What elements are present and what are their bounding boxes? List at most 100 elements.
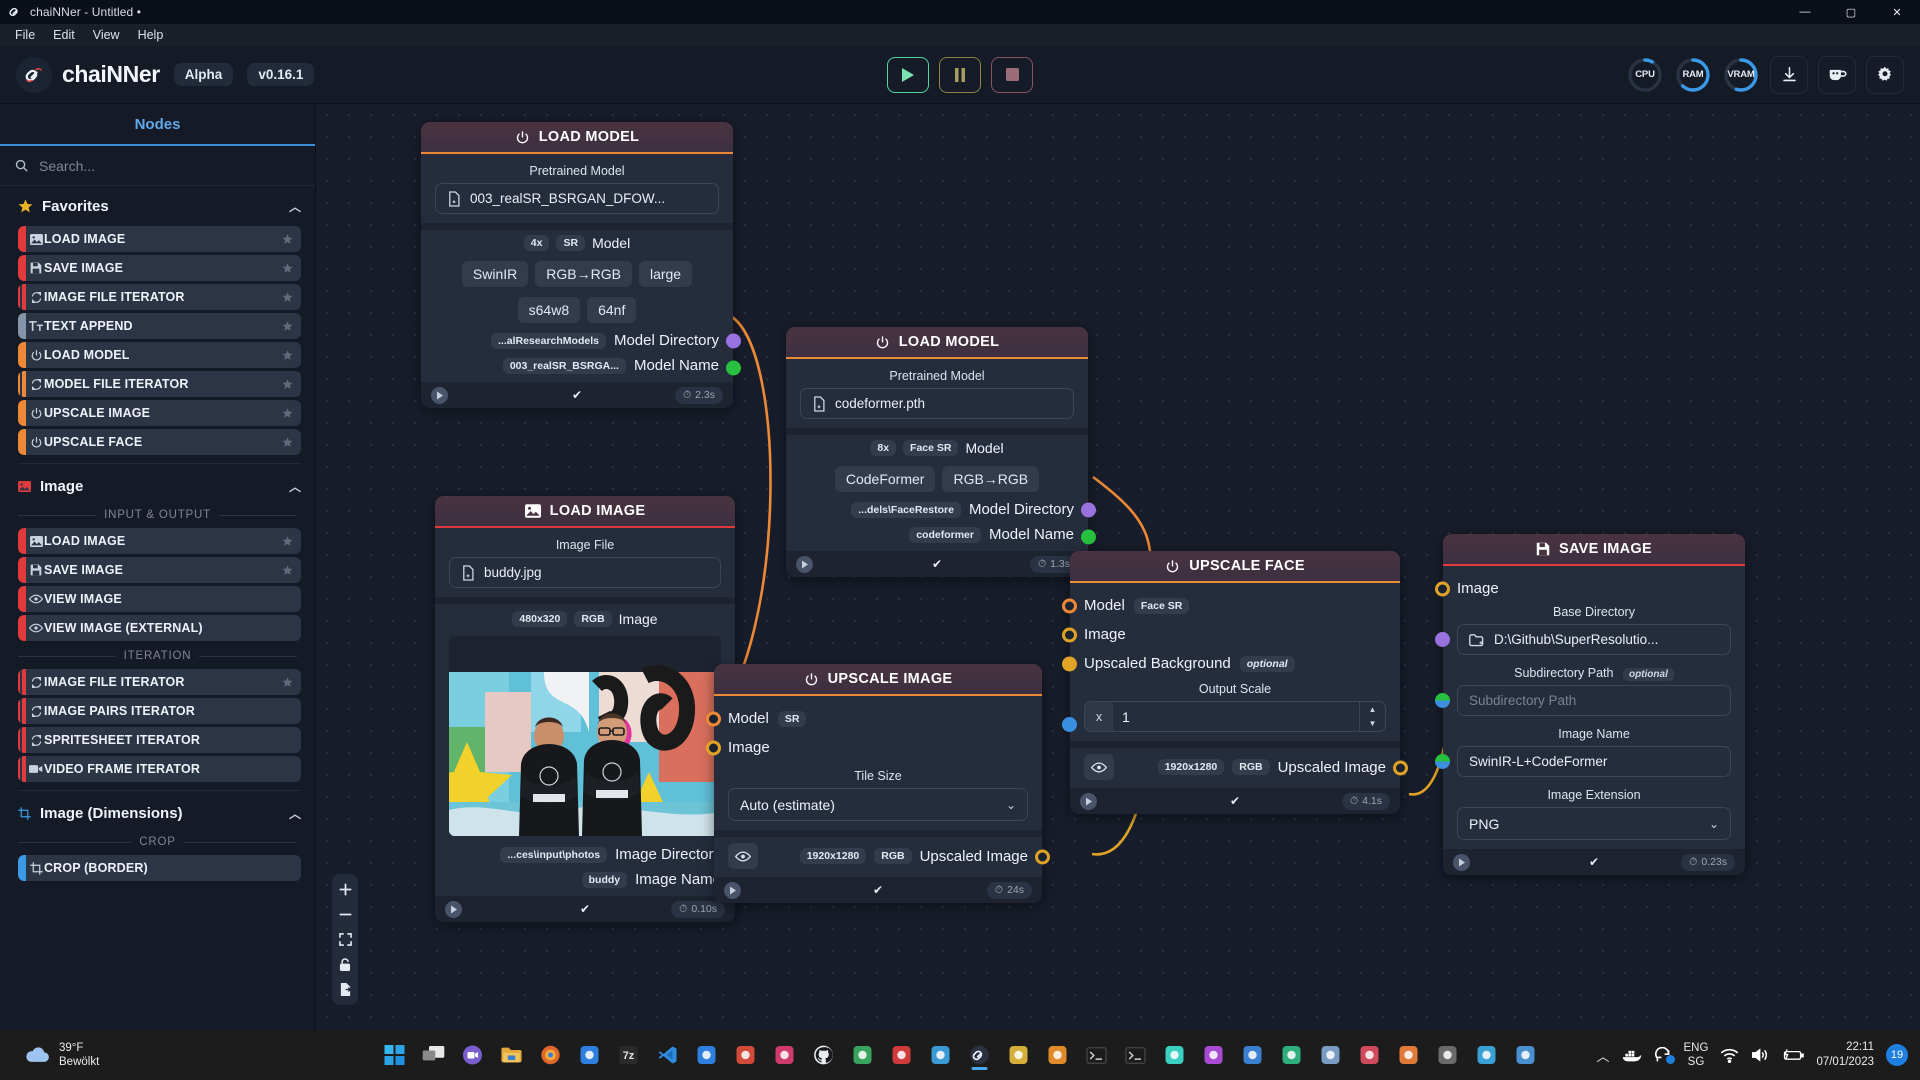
node-upscale-face[interactable]: UPSCALE FACE Model Face SR Image Upscale… xyxy=(1070,551,1400,814)
sidebar-item-save-image[interactable]: SAVE IMAGE xyxy=(18,255,301,281)
taskbar-console-icon[interactable] xyxy=(1120,1039,1152,1071)
sidebar-item-view-image[interactable]: VIEW IMAGE xyxy=(18,586,301,612)
node-upscale-image[interactable]: UPSCALE IMAGE Model SR Image Tile Size A… xyxy=(714,664,1042,903)
sidebar-item-model-file-iterator[interactable]: MODEL FILE ITERATOR xyxy=(18,371,301,397)
image-name-port[interactable] xyxy=(1435,754,1450,769)
taskbar-7zip-icon[interactable]: 7z xyxy=(613,1039,645,1071)
menu-item-file[interactable]: File xyxy=(6,26,44,44)
input-port[interactable] xyxy=(706,711,721,726)
output-scale-value[interactable]: 1 xyxy=(1113,702,1359,731)
taskbar-terminal-icon[interactable] xyxy=(1081,1039,1113,1071)
taskbar-stats-icon[interactable] xyxy=(1432,1039,1464,1071)
battery-icon[interactable] xyxy=(1782,1048,1804,1062)
run-button[interactable] xyxy=(887,57,929,93)
node-list[interactable]: Favorites︿LOAD IMAGESAVE IMAGEIMAGE FILE… xyxy=(0,186,315,1030)
export-button[interactable] xyxy=(333,978,357,1001)
favorite-star-icon[interactable] xyxy=(282,408,293,419)
wifi-icon[interactable] xyxy=(1720,1048,1739,1063)
input-upscaled-background[interactable]: Upscaled Background optional xyxy=(1070,649,1400,678)
taskbar-mail-icon[interactable] xyxy=(691,1039,723,1071)
taskbar-ruby-icon[interactable] xyxy=(886,1039,918,1071)
sidebar-item-image-file-iterator[interactable]: IMAGE FILE ITERATOR xyxy=(18,669,301,695)
taskbar-paint2-icon[interactable] xyxy=(1393,1039,1425,1071)
node-load-image[interactable]: LOAD IMAGE Image File buddy.jpg 480x320 … xyxy=(435,496,735,922)
taskbar-vscode-icon[interactable] xyxy=(652,1039,684,1071)
output-port[interactable] xyxy=(1081,529,1096,544)
pause-button[interactable] xyxy=(939,57,981,93)
favorite-star-icon[interactable] xyxy=(282,536,293,547)
run-node-button[interactable] xyxy=(431,387,448,404)
docker-icon[interactable] xyxy=(1622,1048,1642,1063)
sidebar-category-image[interactable]: Image︿ xyxy=(0,466,315,503)
sidebar-item-video-frame-iterator[interactable]: VIDEO FRAME ITERATOR xyxy=(18,756,301,782)
taskbar-note-icon[interactable] xyxy=(1510,1039,1542,1071)
image-extension-select[interactable]: PNG ⌄ xyxy=(1457,807,1731,840)
output-upscaled-image[interactable]: 1920x1280 RGB Upscaled Image xyxy=(714,837,1042,877)
output-scale-port[interactable] xyxy=(1062,717,1077,732)
fit-view-button[interactable] xyxy=(333,928,357,951)
menu-item-edit[interactable]: Edit xyxy=(44,26,84,44)
window-close-button[interactable]: ✕ xyxy=(1874,0,1920,24)
subdirectory-path-field[interactable]: Subdirectory Path xyxy=(1457,685,1731,716)
output-image-name[interactable]: buddy Image Name xyxy=(435,867,735,896)
taskbar-chainner-icon[interactable] xyxy=(964,1039,996,1071)
taskbar-media-icon[interactable] xyxy=(1159,1039,1191,1071)
tray-chevron-icon[interactable]: ︿ xyxy=(1597,1046,1610,1065)
taskbar-disc-icon[interactable] xyxy=(1237,1039,1269,1071)
output-image-directory[interactable]: ...ces\input\photos Image Directory xyxy=(435,842,735,867)
output-model-directory[interactable]: ...alResearchModels Model Directory xyxy=(421,328,733,353)
taskbar-paint-icon[interactable] xyxy=(1003,1039,1035,1071)
zoom-in-button[interactable] xyxy=(333,878,357,901)
input-port[interactable] xyxy=(706,740,721,755)
favorite-star-icon[interactable] xyxy=(282,292,293,303)
subdirectory-port[interactable] xyxy=(1435,693,1450,708)
taskbar-gem-icon[interactable] xyxy=(769,1039,801,1071)
image-file-field[interactable]: buddy.jpg xyxy=(449,557,721,588)
input-image[interactable]: Image xyxy=(714,733,1042,762)
favorite-star-icon[interactable] xyxy=(282,437,293,448)
input-model[interactable]: Model Face SR xyxy=(1070,591,1400,620)
node-search-row[interactable] xyxy=(0,146,315,186)
volume-icon[interactable] xyxy=(1751,1047,1770,1063)
sidebar-item-upscale-face[interactable]: UPSCALE FACE xyxy=(18,429,301,455)
output-model-name[interactable]: 003_realSR_BSRGA... Model Name xyxy=(421,353,733,382)
favorite-star-icon[interactable] xyxy=(282,234,293,245)
run-node-button[interactable] xyxy=(445,901,462,918)
sidebar-item-save-image[interactable]: SAVE IMAGE xyxy=(18,557,301,583)
sidebar-item-upscale-image[interactable]: UPSCALE IMAGE xyxy=(18,400,301,426)
preview-toggle-button[interactable] xyxy=(728,843,758,869)
zoom-out-button[interactable] xyxy=(333,903,357,926)
sidebar-category-image-dimensions[interactable]: Image (Dimensions)︿ xyxy=(0,793,315,830)
taskbar-blender-icon[interactable] xyxy=(1042,1039,1074,1071)
output-port[interactable] xyxy=(1393,761,1408,776)
sidebar-item-load-image[interactable]: LOAD IMAGE xyxy=(18,226,301,252)
taskbar-file-explorer-icon[interactable] xyxy=(496,1039,528,1071)
taskbar-firefox-icon[interactable] xyxy=(535,1039,567,1071)
output-port[interactable] xyxy=(1081,502,1096,517)
input-port[interactable] xyxy=(1435,581,1450,596)
node-canvas[interactable]: LOAD MODEL Pretrained Model 003_realSR_B… xyxy=(316,104,1920,1030)
lock-button[interactable] xyxy=(333,953,357,976)
node-load-model-1[interactable]: LOAD MODEL Pretrained Model 003_realSR_B… xyxy=(421,122,733,408)
canvas-controls[interactable] xyxy=(332,874,358,1005)
output-port[interactable] xyxy=(1035,850,1050,865)
notification-badge[interactable]: 19 xyxy=(1886,1044,1908,1066)
favorite-star-icon[interactable] xyxy=(282,350,293,361)
taskbar-photoshop-icon[interactable] xyxy=(574,1039,606,1071)
taskbar-globe-icon[interactable] xyxy=(1276,1039,1308,1071)
favorite-star-icon[interactable] xyxy=(282,263,293,274)
output-upscaled-image[interactable]: 1920x1280 RGB Upscaled Image xyxy=(1070,748,1400,788)
input-port[interactable] xyxy=(1062,627,1077,642)
input-port[interactable] xyxy=(1062,656,1077,671)
sidebar-item-image-file-iterator[interactable]: IMAGE FILE ITERATOR xyxy=(18,284,301,310)
chevron-up-icon[interactable]: ︿ xyxy=(289,805,301,822)
sidebar-item-load-image[interactable]: LOAD IMAGE xyxy=(18,528,301,554)
run-node-button[interactable] xyxy=(1453,854,1470,871)
download-icon[interactable] xyxy=(1770,56,1808,94)
run-node-button[interactable] xyxy=(724,882,741,899)
tab-nodes[interactable]: Nodes xyxy=(0,104,315,146)
coffee-icon[interactable] xyxy=(1818,56,1856,94)
pretrained-model-field[interactable]: 003_realSR_BSRGAN_DFOW... xyxy=(435,183,719,214)
tile-size-select[interactable]: Auto (estimate) ⌄ xyxy=(728,788,1028,821)
system-tray[interactable]: ︿ ENG SG 22:11 07/01/20 xyxy=(1597,1040,1920,1070)
